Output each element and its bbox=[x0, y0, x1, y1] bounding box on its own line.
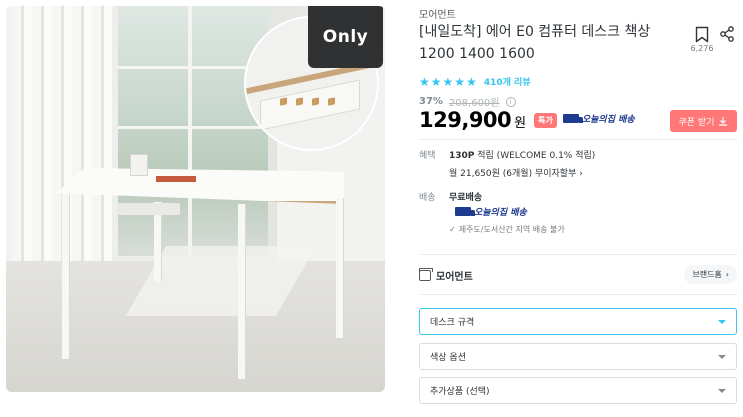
shipping-label: 배송 bbox=[419, 193, 436, 203]
currency: 원 bbox=[514, 116, 527, 131]
today-delivery-label: 오늘의집 배송 bbox=[581, 115, 635, 125]
product-image[interactable]: Only bbox=[6, 6, 385, 392]
price-row: 129,900 원 특가 오늘의집 배송 bbox=[419, 108, 635, 132]
installment-text: 월 21,650원 (6개월) 무이자할부 bbox=[449, 169, 577, 179]
photo-cable-tray bbox=[118, 203, 180, 215]
sale-price: 129,900 bbox=[419, 108, 512, 132]
photo-book bbox=[156, 176, 196, 182]
truck-icon bbox=[562, 114, 583, 123]
chevron-right-icon: › bbox=[725, 270, 729, 279]
divider bbox=[419, 254, 737, 255]
star-icon: ★ bbox=[419, 74, 430, 89]
star-icon: ★ bbox=[466, 74, 477, 89]
bookmark-icon bbox=[695, 26, 709, 43]
discount-rate: 37% bbox=[419, 96, 443, 107]
photo-desk-leg bbox=[336, 198, 343, 338]
shipping-fee: 무료배송 bbox=[449, 193, 483, 203]
brand-section-name[interactable]: 모어먼트 bbox=[436, 268, 473, 283]
caret-down-icon bbox=[718, 355, 726, 359]
only-badge: Only bbox=[308, 6, 383, 68]
star-icon: ★ bbox=[430, 74, 442, 89]
benefit-points: 130P 적립 (WELCOME 0.1% 적립) bbox=[449, 148, 595, 161]
photo-desk-leg bbox=[238, 204, 245, 379]
star-icon: ★ bbox=[454, 74, 466, 89]
scrap-count: 6,276 bbox=[690, 44, 714, 53]
photo-window bbox=[118, 6, 268, 256]
option-select-addon[interactable]: 추가상품 (선택) bbox=[419, 377, 737, 404]
installment-link[interactable]: 월 21,650원 (6개월) 무이자할부 › bbox=[449, 166, 583, 179]
rating[interactable]: ★ ★ ★ ★ ★ 410개 리뷰 bbox=[419, 74, 531, 89]
coupon-label: 쿠폰 받기 bbox=[678, 117, 715, 128]
shipping-note: ✓ 제주도/도서산간 지역 배송 불가 bbox=[449, 224, 565, 235]
info-icon[interactable]: i bbox=[505, 96, 516, 107]
today-delivery-badge: 오늘의집 배송 bbox=[562, 112, 635, 125]
points-value: 130P bbox=[449, 151, 475, 161]
star-icon: ★ bbox=[442, 74, 454, 89]
option-label: 데스크 규격 bbox=[430, 318, 475, 328]
points-text: 적립 (WELCOME 0.1% 적립) bbox=[477, 151, 596, 161]
caret-down-icon bbox=[718, 320, 726, 324]
coupon-button[interactable]: 쿠폰 받기 bbox=[670, 110, 737, 132]
option-label: 색상 옵션 bbox=[430, 353, 466, 363]
divider bbox=[419, 139, 737, 140]
option-label: 추가상품 (선택) bbox=[430, 387, 490, 397]
download-icon bbox=[719, 117, 728, 126]
brand-link[interactable]: 모어먼트 bbox=[419, 6, 456, 21]
photo-pen-holder bbox=[130, 154, 148, 176]
option-select-desk-size[interactable]: 데스크 규격 bbox=[419, 308, 737, 335]
original-price: 208,600원 bbox=[448, 98, 500, 109]
share-icon bbox=[720, 26, 734, 42]
shipping-note-text: 제주도/도서산간 지역 배송 불가 bbox=[458, 225, 565, 234]
caret-down-icon bbox=[718, 389, 726, 393]
divider bbox=[419, 294, 737, 295]
today-delivery-logo: 오늘의집 배송 bbox=[455, 205, 527, 218]
discount-row: 37% 208,600원 i bbox=[419, 94, 516, 109]
share-button[interactable] bbox=[719, 26, 735, 46]
product-title: [내일도착] 에어 E0 컴퓨터 데스크 책상 1200 1400 1600 bbox=[419, 24, 651, 62]
check-icon: ✓ bbox=[449, 225, 456, 234]
option-select-color[interactable]: 색상 옵션 bbox=[419, 343, 737, 370]
benefit-label: 혜택 bbox=[419, 151, 436, 161]
scrap-button[interactable]: 6,276 bbox=[690, 26, 714, 53]
brand-section: 모어먼트 브랜드홈 › bbox=[419, 264, 737, 286]
brand-home-button[interactable]: 브랜드홈 › bbox=[684, 265, 737, 284]
review-count[interactable]: 410개 리뷰 bbox=[484, 75, 531, 88]
truck-icon bbox=[455, 207, 475, 216]
photo-desk-leg bbox=[62, 194, 69, 359]
today-delivery-logo-label: 오늘의집 배송 bbox=[474, 208, 527, 218]
brand-home-label: 브랜드홈 bbox=[692, 270, 722, 279]
store-icon bbox=[419, 267, 433, 281]
special-badge: 특가 bbox=[534, 113, 557, 128]
chevron-right-icon: › bbox=[579, 169, 583, 179]
